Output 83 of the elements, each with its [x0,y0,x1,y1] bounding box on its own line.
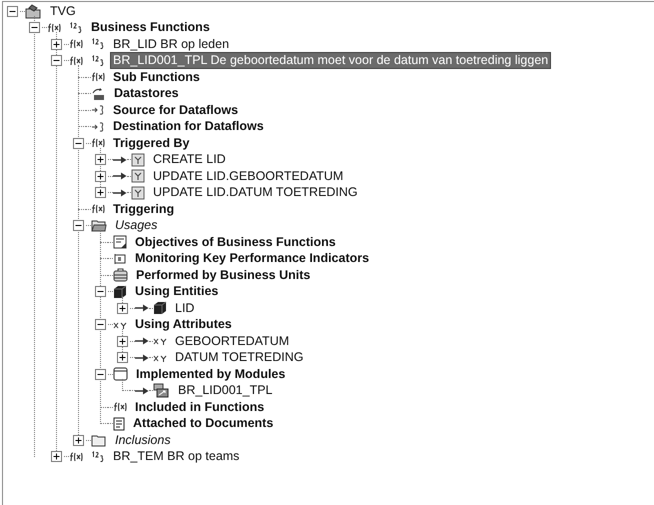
tree-item[interactable]: Objectives of Business Functions [132,234,339,251]
dataflow-icon [91,104,105,116]
tree-item[interactable]: BR_LID001_TPL De geboortedatum moet voor de datum van toetreding liggen [110,52,552,70]
expand-toggle[interactable] [95,187,106,198]
tree-item[interactable]: Using Attributes [132,316,235,334]
number-icon [69,22,83,34]
window-icon [113,367,128,382]
function-icon [69,39,83,50]
tree-item[interactable]: BR_TEM BR op teams [110,448,242,466]
expand-toggle[interactable] [117,352,128,364]
tree-item[interactable]: Implemented by Modules [133,366,288,383]
document-icon [113,416,125,431]
expand-toggle[interactable] [51,38,62,50]
collapse-toggle[interactable] [73,138,84,149]
expand-toggle[interactable] [117,302,128,314]
collapse-toggle[interactable] [95,368,106,380]
tree-item[interactable]: BR_LID001_TPL [175,382,276,400]
tree-item[interactable]: Business Functions [88,19,213,36]
plus-icon [53,40,60,48]
tree-item[interactable]: Attached to Documents [130,415,276,432]
cube-icon [153,301,167,316]
tree-item[interactable]: BR_LID BR op leden [110,36,232,53]
tree-item[interactable]: TVG [47,2,79,20]
datastore-icon [91,86,106,101]
collapse-toggle[interactable] [95,319,106,330]
collapse-toggle[interactable] [73,220,84,232]
tree-item[interactable]: Performed by Business Units [133,266,314,284]
function-icon [69,452,83,462]
expand-toggle[interactable] [95,170,106,182]
plus-icon [119,304,126,312]
expand-toggle[interactable] [95,154,106,166]
collapse-toggle[interactable] [7,6,18,17]
plus-icon [97,172,104,180]
number-icon [91,450,105,463]
tree-item[interactable]: Source for Dataflows [110,102,242,119]
plus-icon [97,189,104,196]
dataflow-icon [91,120,105,133]
tree-item[interactable]: DATUM TOETREDING [172,349,306,366]
plus-icon [53,453,60,460]
event-icon [131,169,145,184]
module-icon [153,383,170,398]
tree-item[interactable]: UPDATE LID.GEBOORTEDATUM [150,168,346,185]
tree-item[interactable]: LID [172,300,198,317]
collapse-toggle[interactable] [95,286,106,298]
plus-icon [119,354,126,362]
tree-item[interactable]: Triggering [110,200,178,218]
tree-item[interactable]: Triggered By [110,134,192,152]
event-icon [131,152,145,167]
briefcase-icon [113,268,128,282]
tree-item[interactable]: UPDATE LID.DATUM TOETREDING [150,184,361,202]
expand-toggle[interactable] [51,451,62,462]
folder-icon [25,4,42,19]
function-icon [91,138,105,148]
objective-icon [113,235,127,250]
expand-toggle[interactable] [73,434,84,446]
event-icon [131,186,145,200]
tree-item[interactable]: Datastores [111,85,182,102]
number-icon [91,38,105,50]
function-icon [69,56,83,66]
tree-item[interactable]: Usages [112,217,160,234]
function-icon [47,22,61,33]
plus-icon [119,338,126,345]
tree-item[interactable]: Sub Functions [110,68,203,86]
tree-item[interactable]: Monitoring Key Performance Indicators [132,250,372,268]
folder-icon [91,219,107,232]
tree-item[interactable]: Using Entities [132,283,222,300]
tree-item[interactable]: Destination for Dataflows [110,118,267,136]
plus-icon [97,156,104,164]
function-icon [91,204,105,214]
number-icon [91,54,105,67]
function-icon [113,402,127,412]
collapse-toggle[interactable] [51,55,62,66]
tree-item[interactable]: CREATE LID [150,151,229,168]
collapse-toggle[interactable] [29,22,40,34]
plus-icon [75,436,82,444]
cube-icon [113,284,127,299]
expand-toggle[interactable] [117,336,128,347]
tree-item[interactable]: Inclusions [112,432,174,449]
tree-item[interactable]: Included in Functions [132,398,268,416]
attribute-icon [153,336,167,346]
function-icon [91,72,105,82]
folder-icon [91,434,107,447]
tree-item[interactable]: GEBOORTEDATUM [172,332,292,350]
